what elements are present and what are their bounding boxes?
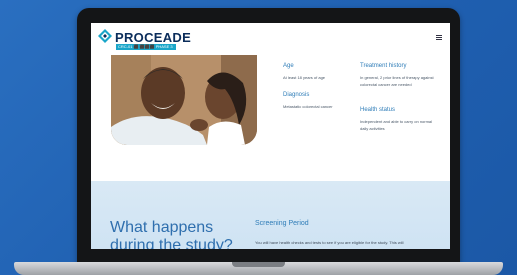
logo-mark-icon bbox=[98, 29, 112, 43]
criteria-diagnosis-value: Metastatic colorectal cancer bbox=[283, 104, 333, 109]
screening-period-text: You will have health checks and tests to… bbox=[255, 240, 404, 245]
screening-period-title: Screening Period bbox=[255, 220, 309, 227]
study-heading-line1: What happens bbox=[110, 219, 214, 236]
criteria-treatment-label: Treatment history bbox=[360, 63, 407, 69]
study-heading-line2: during the study? bbox=[110, 237, 233, 249]
criteria-health-label: Health status bbox=[360, 107, 396, 113]
laptop-screen: PROCEADE CRC-01 ⬛ ⬛⬛⬛ PHASE 3 Age At lea… bbox=[91, 23, 450, 249]
study-heading: What happens during the study? bbox=[110, 219, 233, 249]
criteria-diagnosis-label: Diagnosis bbox=[283, 92, 310, 98]
criteria-age-label: Age bbox=[283, 63, 294, 69]
logo-wordmark: PROCEADE bbox=[115, 30, 192, 45]
criteria-health-value: Independent and able to carry on normal … bbox=[360, 119, 433, 131]
hero-photo-illustration bbox=[111, 55, 257, 145]
laptop-hinge-notch bbox=[232, 262, 285, 267]
logo-tagline: CRC-01 ⬛ ⬛⬛⬛ PHASE 3 bbox=[116, 44, 176, 50]
hero-photo bbox=[111, 55, 257, 145]
site-header: PROCEADE CRC-01 ⬛ ⬛⬛⬛ PHASE 3 bbox=[91, 23, 450, 55]
criteria-age-value: At least 18 years of age bbox=[283, 75, 326, 80]
hamburger-menu-icon[interactable] bbox=[436, 35, 442, 40]
criteria-treatment-value: In general, 2 prior lines of therapy aga… bbox=[360, 75, 434, 87]
